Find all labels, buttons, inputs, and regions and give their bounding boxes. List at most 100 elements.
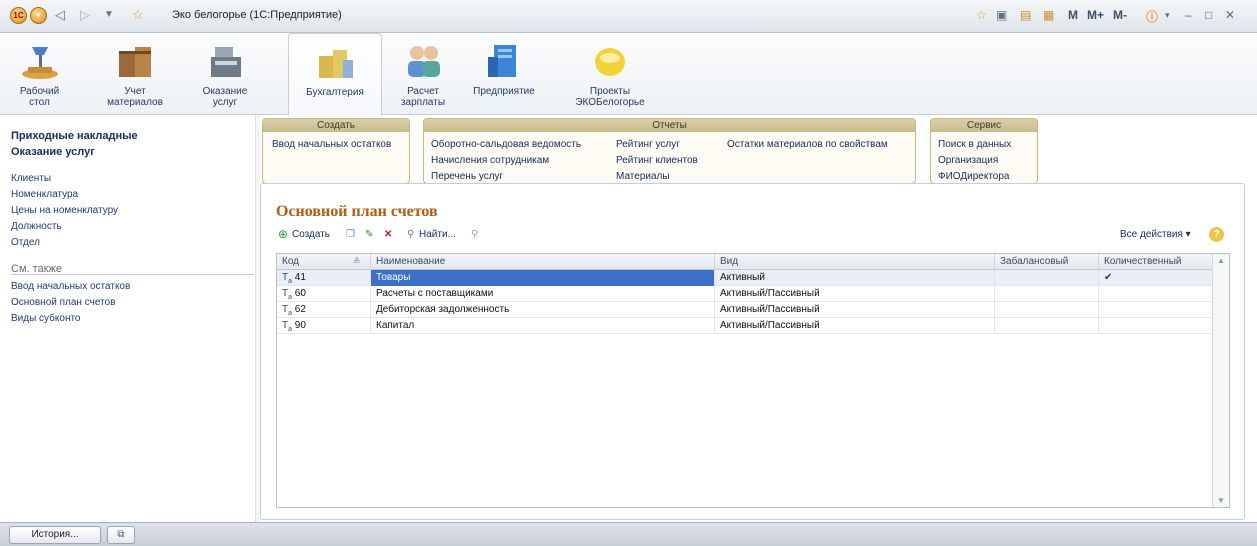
maximize-icon[interactable]: □	[1205, 8, 1212, 22]
cmd-opening-balances[interactable]: Ввод начальных остатков	[272, 139, 391, 150]
nav-prices[interactable]: Цены на номенклатуру	[11, 205, 118, 216]
delete-icon[interactable]: ✕	[384, 229, 392, 240]
section-enterprise[interactable]: Предприятие	[468, 33, 540, 115]
column-header[interactable]: Наименование	[371, 254, 715, 270]
column-header[interactable]: Забалансовый	[995, 254, 1099, 270]
section-projects[interactable]: Проекты ЭКОБелогорье	[564, 33, 656, 115]
favorites-star-icon[interactable]: ☆	[132, 7, 144, 23]
calculator-icon[interactable]: ▤	[1020, 8, 1031, 22]
cmd-services-rating[interactable]: Рейтинг услуг	[616, 139, 680, 150]
offbalance-cell	[995, 270, 1099, 286]
kind-cell: Активный/Пассивный	[715, 302, 995, 318]
cmd-services-list[interactable]: Перечень услуг	[431, 171, 503, 182]
table-row[interactable]: Tа 62 Дебиторская задолженность Активный…	[277, 302, 1213, 318]
table-row[interactable]: Tа 41 Товары Активный ✔	[277, 270, 1213, 286]
calendar-icon[interactable]: ▦	[1043, 8, 1054, 22]
cmd-materials[interactable]: Материалы	[616, 171, 670, 182]
nav-opening-balances[interactable]: Ввод начальных остатков	[11, 281, 130, 292]
code-cell: Tа 62	[277, 302, 371, 318]
name-cell: Капитал	[371, 318, 715, 334]
all-actions-button[interactable]: Все действия ▾	[1120, 229, 1191, 240]
section-payroll[interactable]: Расчет зарплаты	[387, 33, 459, 115]
navigation-panel: Приходные накладные Оказание услуг Клиен…	[0, 115, 255, 522]
scroll-up-icon[interactable]: ▲	[1217, 256, 1225, 265]
form-panel: Основной план счетов ⊕ Создать ❐ ✎ ✕ ⚲ Н…	[260, 183, 1245, 520]
kind-cell: Активный/Пассивный	[715, 318, 995, 334]
info-dropdown-icon[interactable]: ▾	[1165, 10, 1170, 21]
window-title: Эко белогорье (1С:Предприятие)	[172, 9, 342, 21]
section-materials[interactable]: Учет материалов	[95, 33, 175, 115]
memory-plus-button[interactable]: M+	[1087, 8, 1104, 22]
main-menu-icon[interactable]: ▾	[30, 7, 47, 24]
cancel-search-icon[interactable]: ⚲	[471, 229, 478, 240]
kind-cell: Активный	[715, 270, 995, 286]
history-button[interactable]: История...	[9, 526, 101, 544]
title-bar: 1С ▾ ◁ ▷ ▼ ☆ Эко белогорье (1С:Предприят…	[0, 0, 1257, 33]
cmd-director-name[interactable]: ФИОДиректора	[938, 171, 1009, 182]
name-cell[interactable]: Товары	[371, 270, 715, 286]
close-icon[interactable]: ✕	[1225, 8, 1235, 22]
find-magnifier-icon[interactable]: ⚲	[407, 229, 414, 240]
yellow-orb-icon	[595, 48, 625, 76]
edit-pencil-icon[interactable]: ✎	[365, 229, 373, 240]
copy-icon[interactable]: ❐	[346, 229, 355, 240]
table-row[interactable]: Tа 90 Капитал Активный/Пассивный	[277, 318, 1213, 334]
section-label: Рабочий стол	[19, 86, 60, 108]
info-icon[interactable]: ⓘ	[1146, 8, 1158, 25]
nav-chart-of-accounts[interactable]: Основной план счетов	[11, 297, 115, 308]
cash-register-icon	[211, 47, 241, 77]
column-header[interactable]: Количественный	[1099, 254, 1213, 270]
code-cell: Tа 90	[277, 318, 371, 334]
desk-lamp-icon	[21, 47, 58, 79]
memory-minus-button[interactable]: M-	[1113, 8, 1127, 22]
cmd-employee-accruals[interactable]: Начисления сотрудникам	[431, 155, 549, 166]
memory-m-button[interactable]: M	[1068, 8, 1078, 22]
nav-department[interactable]: Отдел	[11, 237, 40, 248]
nav-clients[interactable]: Клиенты	[11, 173, 51, 184]
add-favorite-icon[interactable]: ☆	[976, 8, 987, 22]
quantity-cell	[1099, 286, 1213, 302]
history-dropdown-icon[interactable]: ▼	[104, 9, 114, 20]
create-button[interactable]: Создать	[292, 229, 330, 240]
account-icon: Tа	[282, 320, 293, 333]
cmd-organization[interactable]: Организация	[938, 155, 998, 166]
nav-incoming-invoices[interactable]: Приходные накладные	[11, 130, 138, 142]
account-icon: Tа	[282, 272, 293, 285]
offbalance-cell	[995, 302, 1099, 318]
cmd-materials-balance[interactable]: Остатки материалов по свойствам	[727, 139, 888, 150]
section-services[interactable]: Оказание услуг	[185, 33, 265, 115]
print-icon[interactable]: ▣	[996, 8, 1007, 22]
coins-icon	[319, 50, 353, 78]
help-icon[interactable]: ?	[1209, 227, 1224, 242]
divider	[11, 274, 254, 275]
section-accounting[interactable]: Бухгалтерия	[288, 33, 382, 115]
people-icon	[408, 46, 440, 77]
cmd-data-search[interactable]: Поиск в данных	[938, 139, 1011, 150]
boxes-icon	[119, 47, 151, 77]
forward-icon[interactable]: ▷	[80, 7, 90, 23]
cmd-clients-rating[interactable]: Рейтинг клиентов	[616, 155, 698, 166]
column-header[interactable]: Вид	[715, 254, 995, 270]
nav-nomenclature[interactable]: Номенклатура	[11, 189, 78, 200]
section-label: Оказание услуг	[202, 86, 248, 108]
group-title: Сервис	[931, 119, 1037, 132]
windows-list-icon[interactable]: ⧉	[107, 526, 135, 544]
minimize-icon[interactable]: –	[1185, 8, 1192, 22]
back-icon[interactable]: ◁	[55, 7, 65, 23]
nav-position[interactable]: Должность	[11, 221, 62, 232]
offbalance-cell	[995, 286, 1099, 302]
table-row[interactable]: Tа 60 Расчеты с поставщиками Активный/Па…	[277, 286, 1213, 302]
nav-services[interactable]: Оказание услуг	[11, 146, 95, 158]
nav-subconto-types[interactable]: Виды субконто	[11, 313, 81, 324]
section-desktop[interactable]: Рабочий стол	[2, 33, 77, 115]
vertical-scrollbar[interactable]: ▲ ▼	[1212, 254, 1229, 507]
app-logo-icon[interactable]: 1С	[10, 7, 27, 24]
kind-cell: Активный/Пассивный	[715, 286, 995, 302]
create-plus-icon[interactable]: ⊕	[278, 227, 288, 241]
name-cell: Дебиторская задолженность	[371, 302, 715, 318]
status-bar: История... ⧉	[0, 522, 1257, 546]
find-button[interactable]: Найти...	[419, 229, 456, 240]
code-cell: Tа 60	[277, 286, 371, 302]
scroll-down-icon[interactable]: ▼	[1217, 496, 1225, 505]
cmd-turnover-sheet[interactable]: Оборотно-сальдовая ведомость	[431, 139, 581, 150]
